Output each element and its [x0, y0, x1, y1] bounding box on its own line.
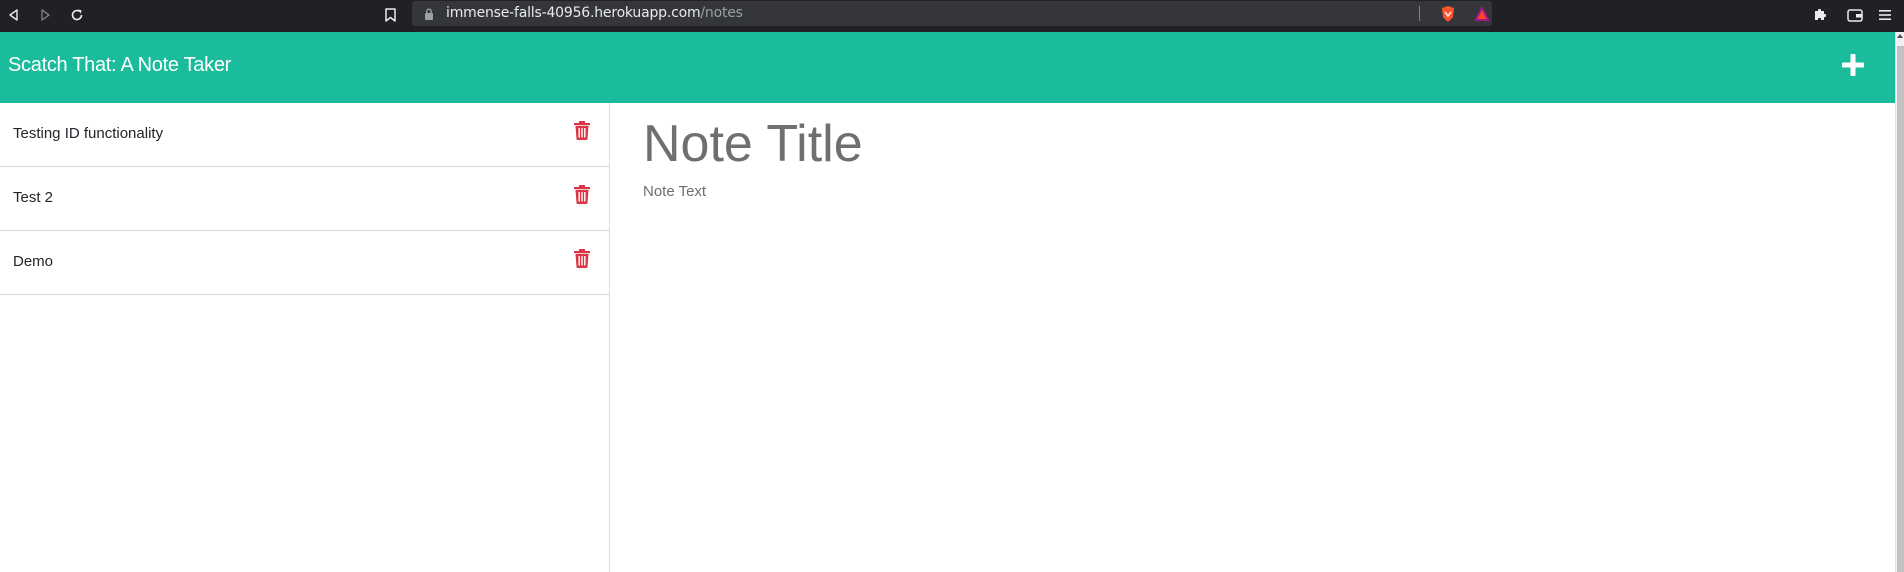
delete-note-button[interactable] — [573, 121, 591, 145]
menu-icon[interactable] — [1874, 4, 1896, 26]
note-list-item[interactable]: Testing ID functionality — [0, 103, 610, 167]
address-divider — [1419, 6, 1420, 21]
puzzle-icon[interactable] — [1809, 4, 1831, 26]
url-path: /notes — [700, 5, 743, 21]
note-list: Testing ID functionality Test 2 Demo — [0, 103, 610, 572]
note-list-item[interactable]: Test 2 — [0, 167, 610, 231]
address-bar[interactable]: immense-falls-40956.herokuapp.com/notes — [412, 1, 1492, 26]
note-item-title[interactable]: Demo — [13, 253, 53, 270]
reload-icon[interactable] — [66, 4, 88, 26]
note-text-input[interactable] — [643, 183, 1843, 563]
app-header: Scatch That: A Note Taker — [0, 32, 1895, 103]
note-list-item[interactable]: Demo — [0, 231, 610, 295]
app-title[interactable]: Scatch That: A Note Taker — [8, 54, 231, 77]
trash-icon — [574, 121, 590, 145]
brave-rewards-icon[interactable] — [1473, 5, 1491, 22]
forward-icon[interactable] — [34, 4, 56, 26]
browser-toolbar: immense-falls-40956.herokuapp.com/notes — [0, 0, 1904, 32]
delete-note-button[interactable] — [573, 185, 591, 209]
scroll-up-arrow-icon[interactable] — [1897, 34, 1903, 38]
new-note-button[interactable] — [1838, 52, 1868, 82]
note-editor — [611, 103, 1895, 572]
scrollbar-thumb[interactable] — [1897, 46, 1904, 572]
back-icon[interactable] — [3, 4, 25, 26]
note-item-title[interactable]: Testing ID functionality — [13, 125, 163, 142]
url-text[interactable]: immense-falls-40956.herokuapp.com/notes — [446, 5, 743, 21]
note-item-title[interactable]: Test 2 — [13, 189, 53, 206]
delete-note-button[interactable] — [573, 249, 591, 273]
page-scrollbar[interactable] — [1895, 32, 1904, 572]
trash-icon — [574, 185, 590, 209]
url-host: immense-falls-40956.herokuapp.com — [446, 5, 701, 21]
note-title-input[interactable] — [643, 111, 1843, 177]
trash-icon — [574, 249, 590, 273]
plus-icon — [1842, 53, 1864, 81]
bookmark-icon[interactable] — [379, 4, 401, 26]
wallet-icon[interactable] — [1844, 4, 1866, 26]
brave-shield-icon[interactable] — [1440, 5, 1456, 23]
lock-icon — [424, 7, 434, 20]
